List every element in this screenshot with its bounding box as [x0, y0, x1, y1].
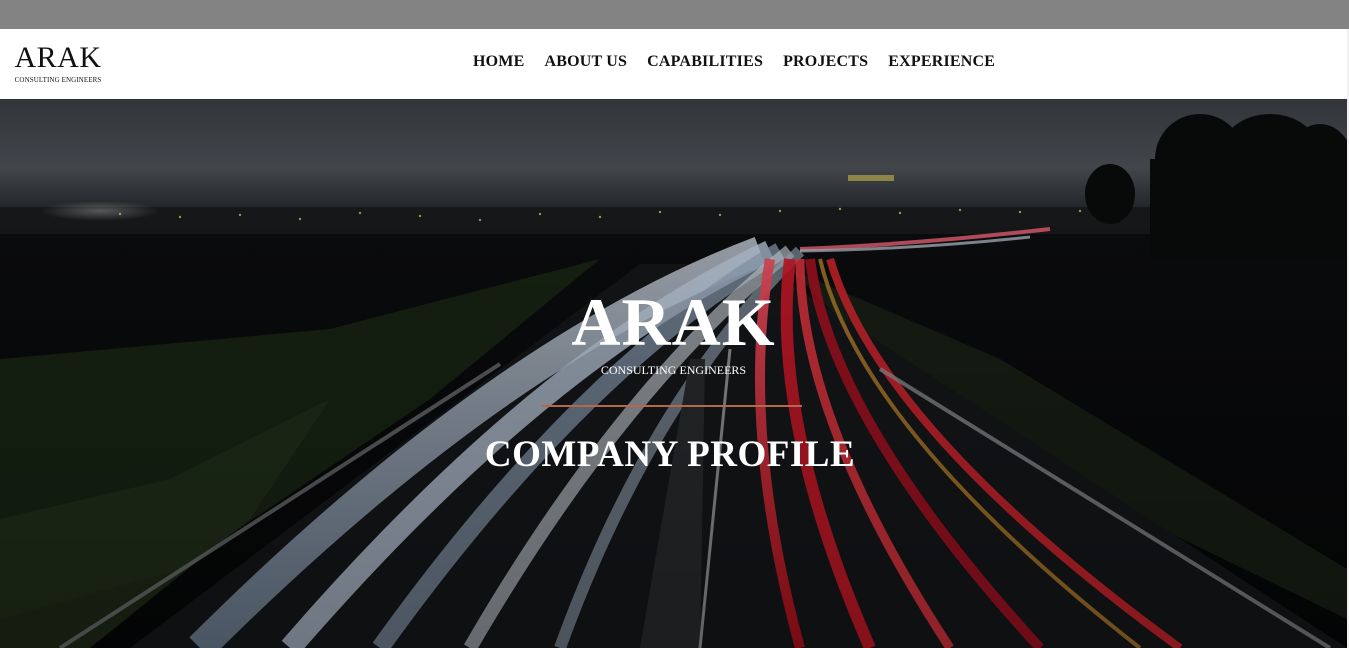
logo-title: ARAK: [14, 41, 102, 74]
browser-top-strip: [0, 0, 1349, 29]
hero-divider: [542, 405, 802, 407]
nav-item-capabilities[interactable]: CAPABILITIES: [647, 53, 763, 71]
nav-item-experience[interactable]: EXPERIENCE: [888, 53, 995, 71]
hero-title: ARAK: [571, 284, 776, 360]
hero-section: ARAK CONSULTING ENGINEERS COMPANY PROFIL…: [0, 99, 1347, 648]
main-nav: HOME ABOUT US CAPABILITIES PROJECTS EXPE…: [473, 53, 995, 71]
nav-item-about-us[interactable]: ABOUT US: [544, 53, 627, 71]
nav-item-projects[interactable]: PROJECTS: [783, 53, 868, 71]
site-header: ARAK CONSULTING ENGINEERS HOME ABOUT US …: [0, 29, 1347, 99]
hero-subtitle: CONSULTING ENGINEERS: [600, 363, 747, 377]
logo-subtitle: CONSULTING ENGINEERS: [14, 76, 102, 84]
logo[interactable]: ARAK CONSULTING ENGINEERS: [10, 43, 106, 85]
nav-item-home[interactable]: HOME: [473, 53, 524, 71]
hero-heading: COMPANY PROFILE: [484, 434, 856, 475]
hero-content: ARAK CONSULTING ENGINEERS COMPANY PROFIL…: [0, 99, 1347, 648]
